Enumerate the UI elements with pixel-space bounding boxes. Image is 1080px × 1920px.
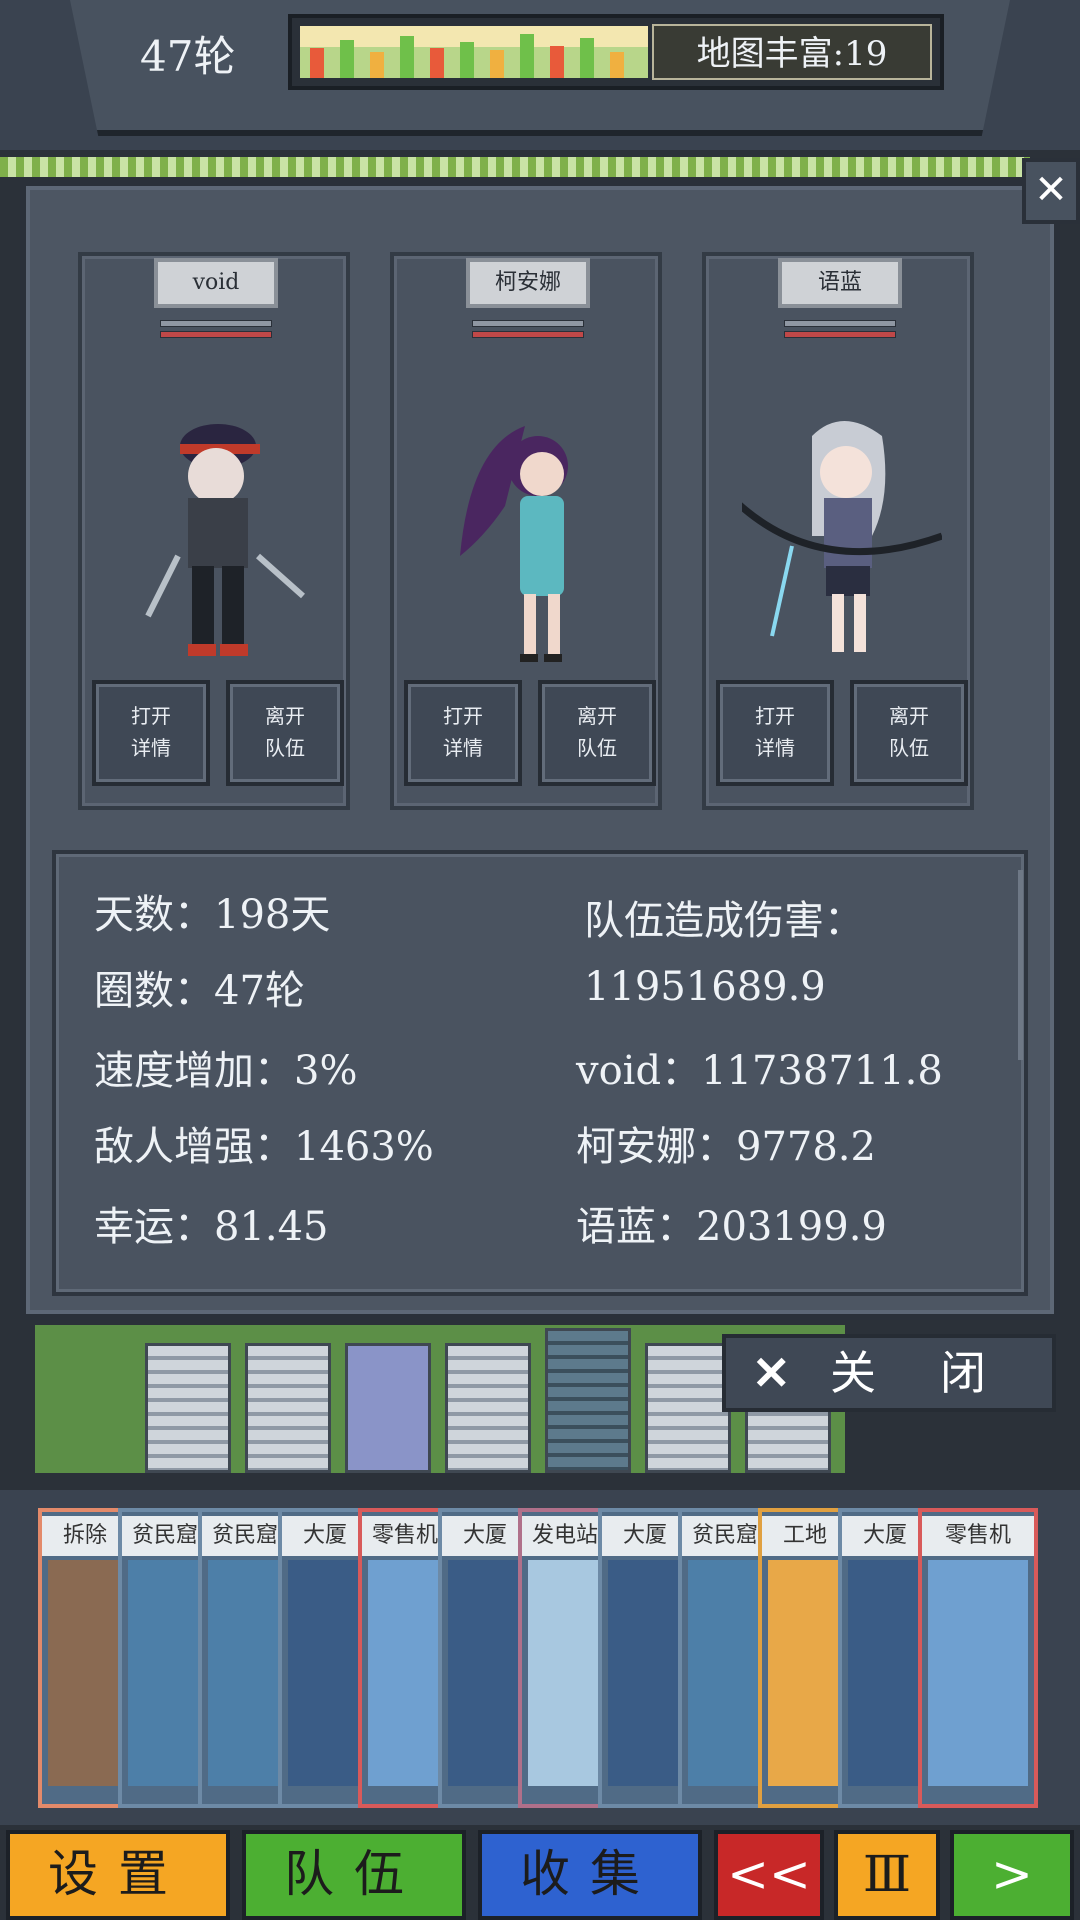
- button-label-line: 队伍: [889, 736, 929, 760]
- map-building: [245, 1343, 331, 1473]
- map-building: [145, 1343, 231, 1473]
- map-building: [445, 1343, 531, 1473]
- stat-luck: 幸运：81.45: [94, 1204, 329, 1250]
- hand-card-label: 大厦: [602, 1516, 688, 1556]
- team-button[interactable]: 队伍: [242, 1830, 466, 1920]
- void-character-sprite: [145, 424, 305, 656]
- hand-card-label: 贫民窟: [202, 1516, 288, 1556]
- button-label-line: 离开: [889, 704, 929, 728]
- map-building: [645, 1343, 731, 1473]
- leave-team-button[interactable]: 离开 队伍: [850, 680, 968, 786]
- hand-card-art: [288, 1560, 362, 1786]
- member-name: 柯安娜: [466, 258, 590, 308]
- hand-card-art: [48, 1560, 122, 1786]
- party-card-keanna: 柯安娜 打开 详情 离开 队伍: [390, 252, 662, 810]
- member-hp-bar: [784, 320, 896, 348]
- close-x-icon: ✕: [752, 1346, 791, 1400]
- collection-button[interactable]: 收集: [478, 1830, 702, 1920]
- next-button[interactable]: >: [950, 1830, 1074, 1920]
- map-building: [545, 1328, 631, 1473]
- button-label-line: 打开: [755, 704, 795, 728]
- map-richness-bar: 地图丰富:19: [288, 14, 944, 90]
- hand-card-label: 工地: [762, 1516, 848, 1556]
- rewind-button[interactable]: <<: [714, 1830, 824, 1920]
- stats-scrollbar[interactable]: [1018, 870, 1023, 1060]
- party-card-yulan: 语蓝 打开 详情 离开 队伍: [702, 252, 974, 810]
- button-label-line: 详情: [131, 736, 171, 760]
- hand-card-label: 大厦: [442, 1516, 528, 1556]
- button-label-line: 队伍: [577, 736, 617, 760]
- hand-card-label: 发电站: [522, 1516, 608, 1556]
- hand-card-art: [128, 1560, 202, 1786]
- hand-card-art: [208, 1560, 282, 1786]
- hand-card-label: 大厦: [842, 1516, 928, 1556]
- hand-card-label: 拆除: [42, 1516, 128, 1556]
- hand-card[interactable]: 零售机: [918, 1508, 1038, 1808]
- round-counter: 47轮: [140, 32, 236, 81]
- hand-card-art: [448, 1560, 522, 1786]
- leave-team-button[interactable]: 离开 队伍: [226, 680, 344, 786]
- button-label-line: 离开: [577, 704, 617, 728]
- stat-damage-yulan: 语蓝：203199.9: [576, 1204, 887, 1250]
- close-button[interactable]: ✕ 关闭: [722, 1334, 1056, 1412]
- member-hp-bar: [160, 320, 272, 348]
- hand-card-art: [368, 1560, 442, 1786]
- member-name: 语蓝: [778, 258, 902, 308]
- modal-close-icon[interactable]: ✕: [1022, 158, 1080, 224]
- map-grass-border: [0, 157, 1030, 177]
- hand-card-label: 零售机: [362, 1516, 448, 1556]
- stat-damage-title: 队伍造成伤害：: [584, 898, 864, 944]
- leave-team-button[interactable]: 离开 队伍: [538, 680, 656, 786]
- open-details-button[interactable]: 打开 详情: [716, 680, 834, 786]
- hand-card-art: [928, 1560, 1028, 1786]
- button-label-line: 打开: [443, 704, 483, 728]
- settings-button[interactable]: 设置: [6, 1830, 230, 1920]
- map-richness-fill: [300, 26, 648, 78]
- member-hp-bar: [472, 320, 584, 348]
- button-label-line: 离开: [265, 704, 305, 728]
- button-label-line: 打开: [131, 704, 171, 728]
- map-richness-label: 地图丰富:19: [652, 24, 932, 80]
- stat-days: 天数：198天: [94, 892, 331, 938]
- button-label-line: 详情: [755, 736, 795, 760]
- close-button-label: 关闭: [830, 1346, 1050, 1400]
- stat-damage-total: 11951689.9: [584, 964, 826, 1010]
- stat-laps: 圈数：47轮: [94, 968, 305, 1014]
- open-details-button[interactable]: 打开 详情: [404, 680, 522, 786]
- hand-card-art: [608, 1560, 682, 1786]
- hand-card-art: [528, 1560, 602, 1786]
- hand-card-label: 零售机: [922, 1516, 1034, 1556]
- hand-card-art: [848, 1560, 922, 1786]
- pause-button[interactable]: Ⅲ: [834, 1830, 940, 1920]
- hand-card-label: 贫民窟: [122, 1516, 208, 1556]
- stat-enemy-boost: 敌人增强：1463%: [94, 1124, 434, 1170]
- yulan-character-sprite: [742, 421, 942, 652]
- stat-damage-keanna: 柯安娜：9778.2: [576, 1124, 876, 1170]
- hand-card-label: 贫民窟: [682, 1516, 768, 1556]
- stat-damage-void: void：11738711.8: [576, 1048, 943, 1094]
- button-label-line: 详情: [443, 736, 483, 760]
- keanna-character-sprite: [460, 426, 568, 662]
- hand-card-label: 大厦: [282, 1516, 368, 1556]
- member-name: void: [154, 258, 278, 308]
- map-building: [345, 1343, 431, 1473]
- party-card-void: void 打开 详情 离开 队伍: [78, 252, 350, 810]
- hand-card-art: [688, 1560, 762, 1786]
- button-label-line: 队伍: [265, 736, 305, 760]
- stat-speed: 速度增加：3%: [94, 1048, 358, 1094]
- open-details-button[interactable]: 打开 详情: [92, 680, 210, 786]
- hand-card-art: [768, 1560, 842, 1786]
